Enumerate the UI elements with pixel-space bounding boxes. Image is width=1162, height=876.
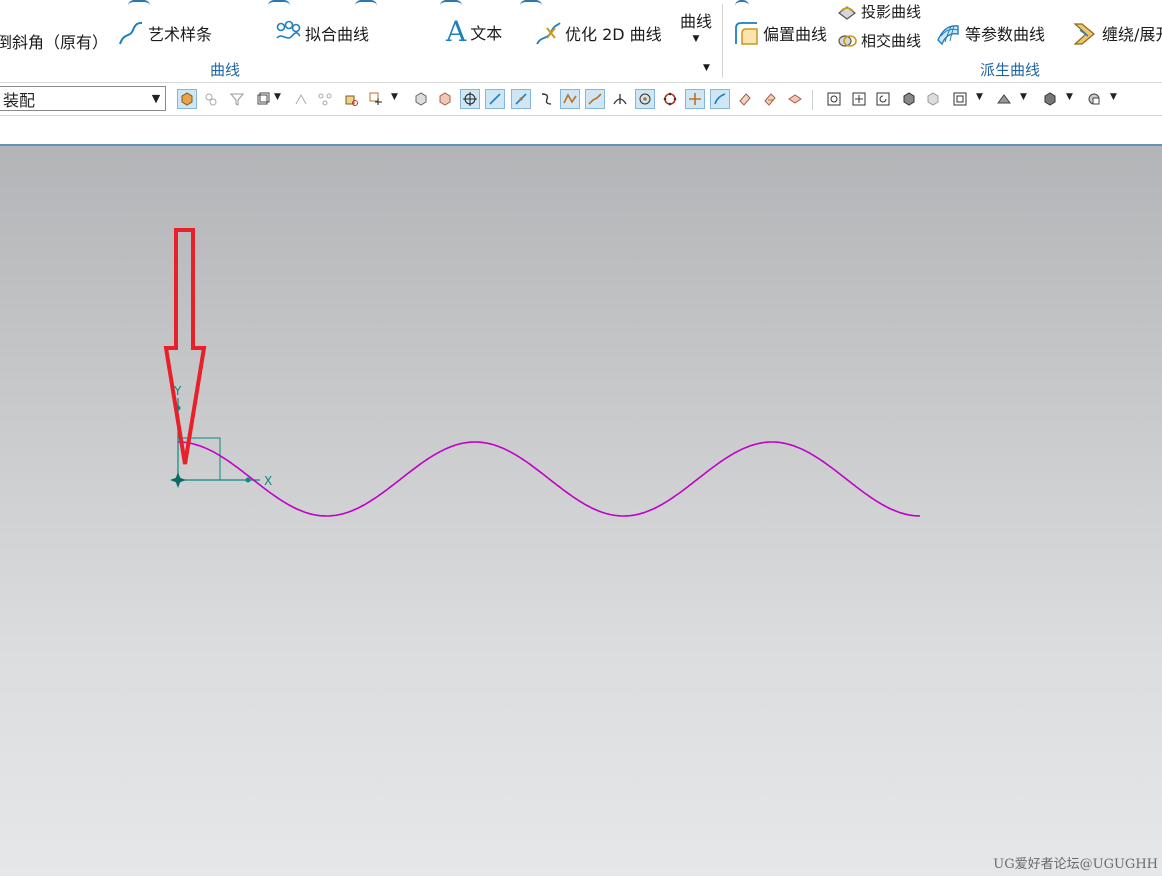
project-curve-icon <box>837 3 857 21</box>
chamfer-legacy-label: 倒斜角（原有） <box>0 33 109 52</box>
text-button[interactable]: A 文本 <box>446 18 502 46</box>
shaded-cube-icon[interactable] <box>435 89 455 109</box>
isoparametric-curve-icon <box>935 20 961 46</box>
selection-scope-icon[interactable] <box>253 89 273 109</box>
project-curve-button[interactable]: 投影曲线 <box>837 1 921 22</box>
clipped-tool-fragment <box>268 0 290 6</box>
shaded-view-icon[interactable] <box>899 89 919 109</box>
pan-view-icon[interactable] <box>849 89 869 109</box>
derived-curve-group-title: 派生曲线 <box>980 61 1041 79</box>
fit-curve-icon <box>275 20 301 46</box>
filter-icon[interactable] <box>227 89 247 109</box>
snap-midpoint-icon[interactable] <box>511 89 531 109</box>
ribbon-top-clipped-row <box>0 0 749 6</box>
selection-toolbar: 装配 ▼ ▼ ▼ ▼ ▼ ▼ ▼ <box>0 83 1162 116</box>
text-a-icon: A <box>446 15 467 48</box>
curve-more-label: 曲线 <box>680 12 713 31</box>
snap-polyline-icon[interactable] <box>560 89 580 109</box>
ribbon-group-divider <box>722 4 723 78</box>
fit-view-icon[interactable] <box>824 89 844 109</box>
ribbon: 倒斜角（原有） 艺术样条 拟合曲线 A 文本 优化 2D 曲线 曲线 ▼ 曲线 … <box>0 0 1162 83</box>
fit-curve-label: 拟合曲线 <box>305 25 370 44</box>
chevron-down-icon: ▼ <box>151 92 161 105</box>
view-cube-icon[interactable] <box>411 89 431 109</box>
snap-center-icon[interactable] <box>460 89 480 109</box>
select-component-icon[interactable] <box>201 89 221 109</box>
background-style-icon[interactable] <box>994 89 1014 109</box>
isoparametric-curve-label: 等参数曲线 <box>965 25 1046 44</box>
clipped-tool-fragment <box>440 0 462 6</box>
x-axis-label: X <box>264 474 272 488</box>
snap-endpoint-icon[interactable] <box>485 89 505 109</box>
wrap-unwrap-label: 缠绕/展开 <box>1102 25 1162 44</box>
snap-curve-point-icon[interactable] <box>585 89 605 109</box>
isoparametric-curve-button[interactable]: 等参数曲线 <box>935 20 1045 46</box>
clipped-tool-fragment <box>735 0 749 6</box>
snap-existing-point-icon[interactable] <box>685 89 705 109</box>
offset-curve-label: 偏置曲线 <box>763 25 828 44</box>
snap-point-on-face-icon[interactable] <box>735 89 755 109</box>
spline-icon <box>118 20 144 46</box>
chevron-down-icon[interactable]: ▼ <box>274 92 281 102</box>
sine-curve[interactable] <box>178 441 921 517</box>
snap-point-on-curve-icon[interactable] <box>710 89 730 109</box>
wireframe-view-icon[interactable] <box>923 89 943 109</box>
annotation-arrow <box>163 228 207 465</box>
x-axis-handle[interactable] <box>245 477 251 483</box>
wrap-curve-icon <box>1072 20 1098 46</box>
orient-view-icon[interactable] <box>950 89 970 109</box>
assembly-filter-dropdown[interactable]: 装配 ▼ <box>0 86 166 111</box>
offset-curve-icon <box>733 20 759 46</box>
studio-spline-button[interactable]: 艺术样条 <box>118 20 212 46</box>
wrap-unwrap-curve-button[interactable]: 缠绕/展开 <box>1072 20 1162 46</box>
intersection-curve-label: 相交曲线 <box>861 32 922 50</box>
graphics-viewport[interactable]: X Y UG爱好者论坛@UGUGHH <box>0 146 1162 876</box>
optimize-2d-curve-button[interactable]: 优化 2D 曲线 <box>535 20 662 46</box>
chevron-down-icon[interactable]: ▼ <box>976 92 983 102</box>
snap-quadrant-icon[interactable] <box>660 89 680 109</box>
rotate-view-icon[interactable] <box>873 89 893 109</box>
fit-curve-button[interactable]: 拟合曲线 <box>275 20 369 46</box>
snap-intersection-icon[interactable] <box>610 89 630 109</box>
assembly-filter-value: 装配 <box>3 90 36 110</box>
curve-more-gallery-button[interactable]: 曲线 ▼ <box>680 8 712 44</box>
optimize-2d-label: 优化 2D 曲线 <box>565 25 662 44</box>
studio-spline-label: 艺术样条 <box>148 25 213 44</box>
select-body-icon[interactable] <box>177 89 197 109</box>
chevron-down-icon[interactable]: ▼ <box>1020 92 1027 102</box>
wcs-origin-icon[interactable] <box>170 472 186 488</box>
clipped-tool-fragment <box>355 0 377 6</box>
watermark-text: UG爱好者论坛@UGUGHH <box>993 857 1158 872</box>
clipped-tool-fragment <box>128 0 150 6</box>
connected-nodes-icon[interactable] <box>315 89 335 109</box>
snap-plane-icon[interactable] <box>785 89 805 109</box>
wcs-triad: X Y <box>170 384 272 488</box>
select-point-icon[interactable] <box>366 89 386 109</box>
chevron-down-icon[interactable]: ▼ <box>391 92 398 102</box>
optimize-curve-icon <box>535 20 561 46</box>
graphics-header-strip <box>0 116 1162 146</box>
layer-settings-icon[interactable] <box>1084 89 1104 109</box>
select-feature-icon[interactable] <box>341 89 361 109</box>
chamfer-legacy-button[interactable]: 倒斜角（原有） <box>0 29 108 53</box>
clipped-tool-fragment <box>520 0 542 6</box>
project-curve-label: 投影曲线 <box>861 3 922 21</box>
curve-group-expand-icon[interactable]: ▼ <box>703 63 710 73</box>
chevron-down-icon[interactable]: ▼ <box>1110 92 1117 102</box>
snap-curve-icon[interactable] <box>291 89 311 109</box>
snap-bounded-grid-icon[interactable] <box>760 89 780 109</box>
chevron-down-icon: ▼ <box>692 34 700 44</box>
toolbar-separator <box>812 90 813 110</box>
scene-canvas: X Y <box>163 228 921 517</box>
curve-group-title: 曲线 <box>210 61 241 79</box>
text-label: 文本 <box>470 24 503 43</box>
snap-control-point-icon[interactable] <box>536 89 556 109</box>
intersection-curve-button[interactable]: 相交曲线 <box>837 30 921 51</box>
offset-curve-button[interactable]: 偏置曲线 <box>733 20 827 46</box>
render-style-icon[interactable] <box>1040 89 1060 109</box>
intersection-curve-icon <box>837 32 857 50</box>
chevron-down-icon[interactable]: ▼ <box>1066 92 1073 102</box>
snap-arc-center-icon[interactable] <box>635 89 655 109</box>
